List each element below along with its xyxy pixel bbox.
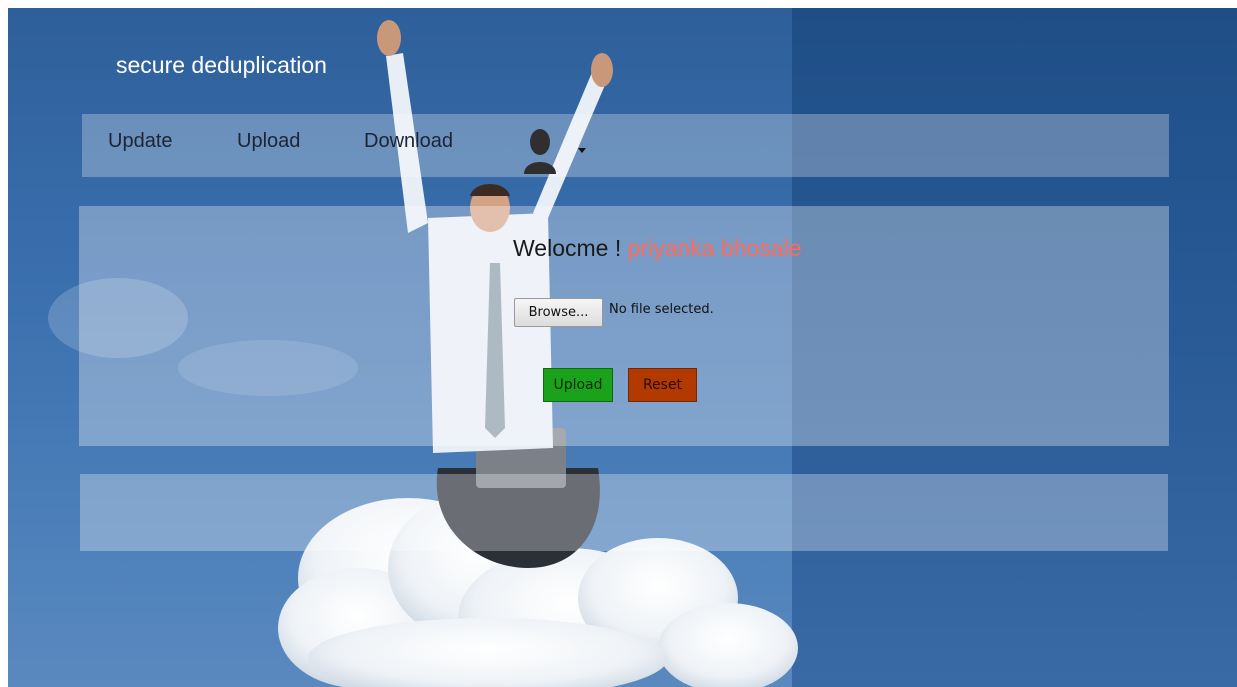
welcome-message: Welocme ! priyanka bhosale	[513, 235, 802, 262]
browse-button[interactable]: Browse...	[514, 298, 603, 327]
brand-title: secure deduplication	[116, 52, 327, 78]
upload-button[interactable]: Upload	[543, 368, 613, 402]
nav-upload[interactable]: Upload	[237, 130, 300, 153]
welcome-prefix: Welocme !	[513, 235, 622, 261]
header-cropped-text	[968, 8, 982, 24]
reset-button[interactable]: Reset	[628, 368, 697, 402]
page-background: secure deduplication Update Upload Downl…	[8, 8, 1237, 687]
user-name: priyanka bhosale	[627, 235, 802, 261]
nav-update[interactable]: Update	[108, 130, 173, 153]
nav-download[interactable]: Download	[364, 130, 453, 153]
chevron-down-icon	[578, 148, 586, 153]
top-navigation: Update Upload Download	[82, 114, 1169, 177]
user-silhouette-icon	[524, 129, 556, 174]
user-menu-dropdown[interactable]	[520, 128, 590, 178]
lower-empty-panel	[80, 474, 1168, 551]
upload-panel: Welocme ! priyanka bhosale Browse... No …	[79, 206, 1169, 446]
file-status-text: No file selected.	[609, 302, 714, 317]
